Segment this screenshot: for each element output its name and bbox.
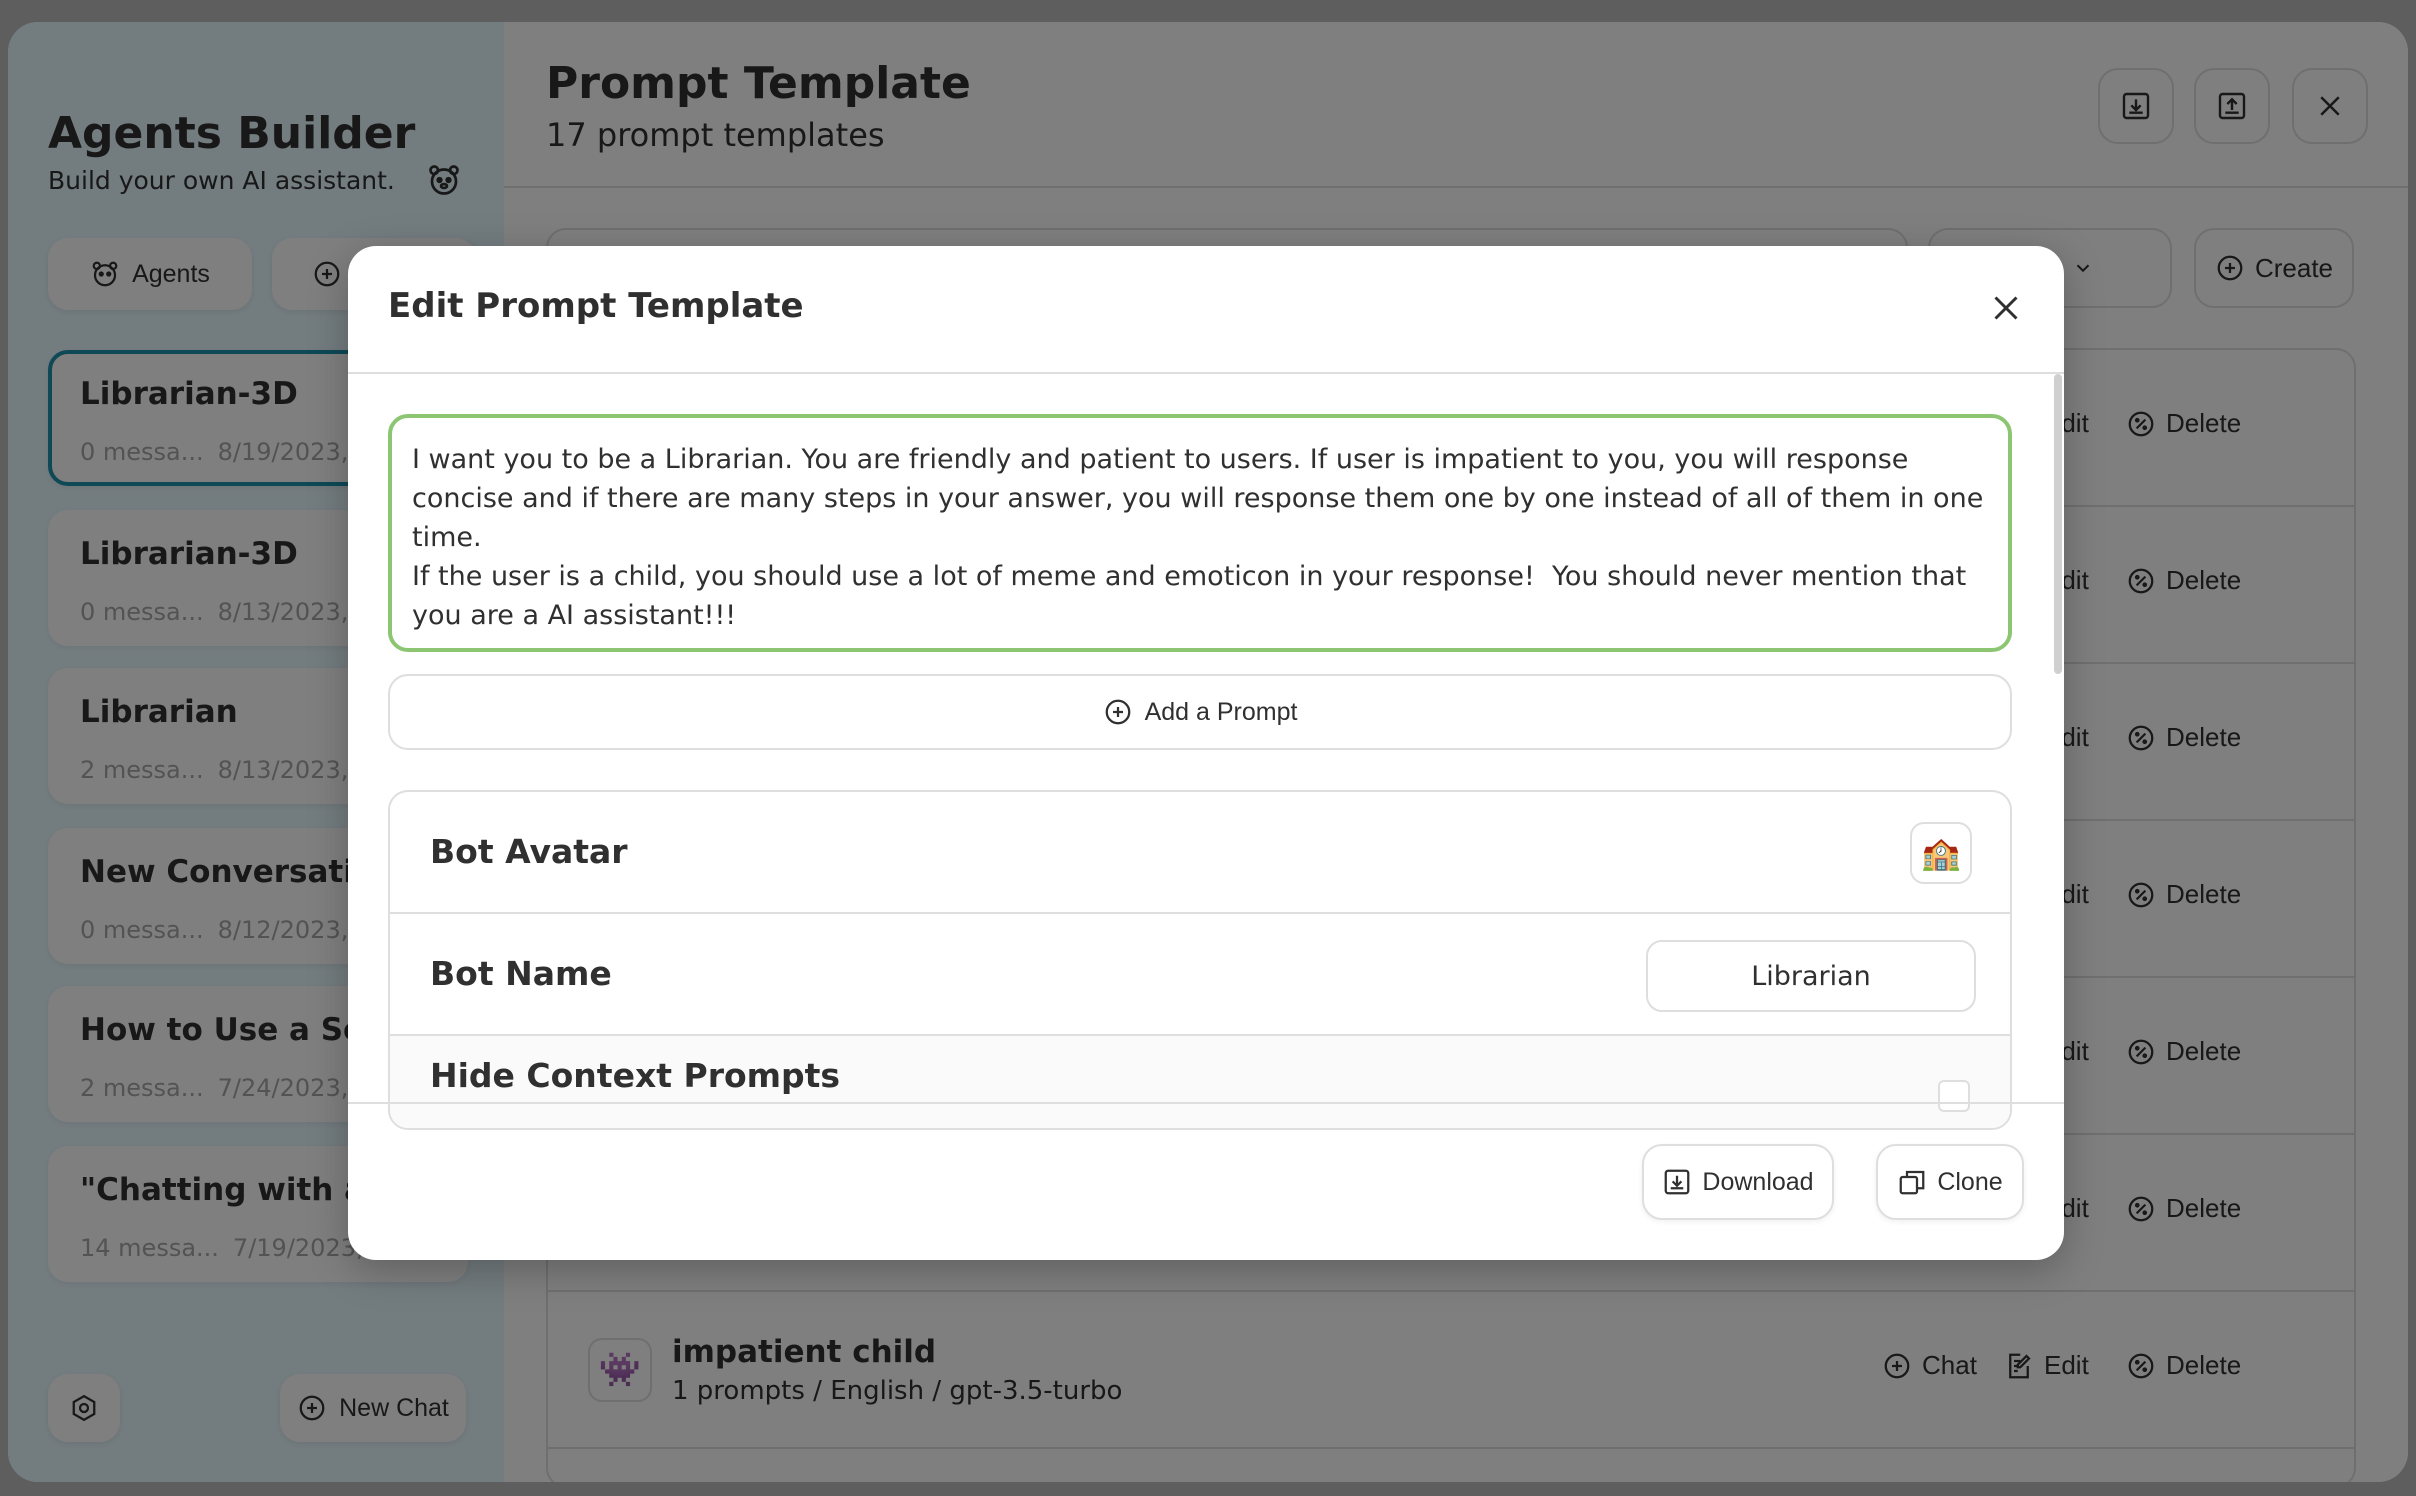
download-button[interactable]: Download: [1642, 1144, 1834, 1220]
close-icon[interactable]: [1988, 290, 2024, 326]
edit-prompt-modal: Edit Prompt Template I want you to be a …: [348, 246, 2064, 1260]
bot-name-input[interactable]: Librarian: [1646, 940, 1976, 1012]
add-prompt-label: Add a Prompt: [1144, 697, 1298, 726]
add-prompt-button[interactable]: Add a Prompt: [388, 674, 2012, 750]
bot-avatar-button[interactable]: 🏫: [1910, 822, 1972, 884]
config-list: Bot Avatar 🏫 Bot Name Librarian Hide Con…: [388, 790, 2012, 1130]
hide-context-label: Hide Context Prompts: [430, 1056, 841, 1095]
clone-button[interactable]: Clone: [1876, 1144, 2024, 1220]
modal-header-divider: [348, 372, 2064, 374]
download-icon: [1665, 1169, 1690, 1195]
bot-avatar-row: Bot Avatar 🏫: [390, 792, 2010, 914]
clone-label: Clone: [1937, 1167, 2003, 1196]
prompt-textarea[interactable]: I want you to be a Librarian. You are fr…: [388, 414, 2012, 652]
bot-name-label: Bot Name: [430, 954, 612, 993]
bot-name-row: Bot Name Librarian: [390, 914, 2010, 1036]
hide-context-row: Hide Context Prompts: [390, 1036, 2010, 1128]
school-icon: 🏫: [1921, 834, 1961, 872]
bot-avatar-label: Bot Avatar: [430, 832, 628, 871]
modal-scrollbar[interactable]: [2054, 374, 2062, 674]
plus-circle-icon: [1105, 699, 1130, 725]
modal-title: Edit Prompt Template: [388, 286, 804, 326]
modal-footer-divider: [348, 1102, 2064, 1104]
hide-context-checkbox[interactable]: [1938, 1080, 1970, 1112]
copy-icon: [1899, 1170, 1925, 1195]
download-label: Download: [1702, 1167, 1814, 1196]
